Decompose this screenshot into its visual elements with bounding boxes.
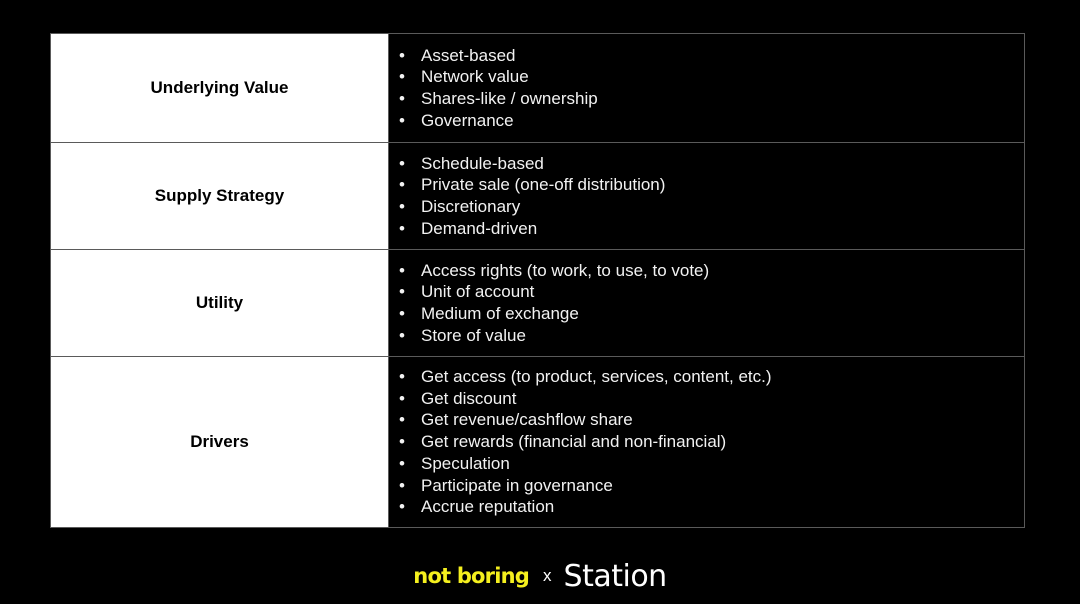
list-item: Discretionary [397, 196, 665, 218]
bullet-list: Asset-based Network value Shares-like / … [397, 45, 598, 132]
list-item: Medium of exchange [397, 303, 709, 325]
footer-branding: not boring x Station [0, 556, 1080, 596]
not-boring-logo: not boring [413, 564, 530, 588]
row-label: Supply Strategy [154, 186, 285, 205]
station-logo: Station [563, 558, 668, 594]
list-item: Demand-driven [397, 218, 665, 240]
row-label: Utility [195, 293, 244, 312]
list-item: Get discount [397, 388, 772, 410]
row-label: Underlying Value [150, 78, 289, 97]
row-label-cell: Drivers [51, 357, 388, 527]
bullet-list: Schedule-based Private sale (one-off dis… [397, 153, 665, 240]
row-label-cell: Supply Strategy [51, 143, 388, 249]
list-item: Get revenue/cashflow share [397, 409, 772, 431]
token-design-table: Underlying Value Asset-based Network val… [50, 33, 1025, 528]
table-row: Supply Strategy Schedule-based Private s… [51, 142, 1024, 249]
row-value-cell: Get access (to product, services, conten… [388, 357, 1024, 527]
table-row: Utility Access rights (to work, to use, … [51, 249, 1024, 356]
brand-separator: x [543, 566, 552, 585]
list-item: Get rewards (financial and non-financial… [397, 431, 772, 453]
row-label-cell: Utility [51, 250, 388, 356]
list-item: Shares-like / ownership [397, 88, 598, 110]
table-row: Underlying Value Asset-based Network val… [51, 34, 1024, 142]
list-item: Access rights (to work, to use, to vote) [397, 260, 709, 282]
bullet-list: Access rights (to work, to use, to vote)… [397, 260, 709, 347]
list-item: Get access (to product, services, conten… [397, 366, 772, 388]
row-value-cell: Asset-based Network value Shares-like / … [388, 34, 1024, 142]
list-item: Schedule-based [397, 153, 665, 175]
list-item: Accrue reputation [397, 496, 772, 518]
list-item: Asset-based [397, 45, 598, 67]
list-item: Participate in governance [397, 475, 772, 497]
list-item: Store of value [397, 325, 709, 347]
list-item: Private sale (one-off distribution) [397, 174, 665, 196]
row-value-cell: Schedule-based Private sale (one-off dis… [388, 143, 1024, 249]
row-value-cell: Access rights (to work, to use, to vote)… [388, 250, 1024, 356]
row-label: Drivers [190, 432, 249, 451]
table-row: Drivers Get access (to product, services… [51, 356, 1024, 527]
bullet-list: Get access (to product, services, conten… [397, 366, 772, 518]
list-item: Governance [397, 110, 598, 132]
list-item: Speculation [397, 453, 772, 475]
row-label-cell: Underlying Value [51, 34, 388, 142]
list-item: Network value [397, 66, 598, 88]
list-item: Unit of account [397, 281, 709, 303]
